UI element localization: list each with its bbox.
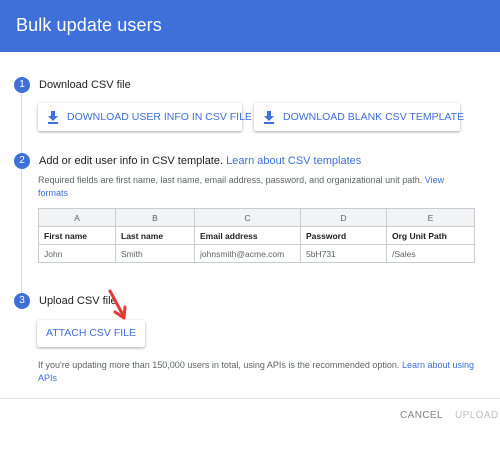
table-cell: 5bH731: [300, 244, 387, 263]
download-icon: [48, 110, 58, 124]
stepper-line: [21, 92, 22, 298]
download-user-info-label: DOWNLOAD USER INFO IN CSV FILE: [67, 111, 252, 123]
csv-templates-link[interactable]: Learn about CSV templates: [226, 155, 361, 167]
table-cell: E: [386, 208, 475, 227]
table-header-row: First name Last name Email address Passw…: [38, 226, 475, 245]
api-note-text: If you're updating more than 150,000 use…: [38, 360, 400, 370]
download-user-info-button[interactable]: DOWNLOAD USER INFO IN CSV FILE: [38, 103, 252, 131]
required-fields-helper: Required fields are first name, last nam…: [38, 174, 478, 200]
learn-about-apis-link-part1[interactable]: Learn about using: [402, 360, 474, 370]
table-cell: Smith: [115, 244, 195, 263]
table-cell: John: [38, 244, 116, 263]
table-header-cell: Last name: [115, 226, 195, 245]
table-header-cell: First name: [38, 226, 116, 245]
download-blank-template-button[interactable]: DOWNLOAD BLANK CSV TEMPLATE: [254, 103, 464, 131]
step-2-badge: 2: [14, 153, 30, 169]
csv-template-table: A B C D E First name Last name Email add…: [38, 208, 475, 263]
table-cell: /Sales: [386, 244, 475, 263]
download-icon: [264, 110, 274, 124]
table-header-cell: Org Unit Path: [386, 226, 475, 245]
step-1-title: Download CSV file: [39, 79, 131, 91]
learn-about-apis-link-part2[interactable]: APIs: [38, 373, 57, 383]
table-header-cell: Password: [300, 226, 387, 245]
api-recommendation-note: If you're updating more than 150,000 use…: [38, 359, 488, 385]
dialog-title: Bulk update users: [16, 15, 162, 35]
upload-button[interactable]: UPLOAD: [455, 410, 499, 421]
red-arrow-icon: [108, 289, 127, 320]
view-formats-link-part2[interactable]: formats: [38, 188, 68, 198]
step-2-heading: Add or edit user info in CSV template. L…: [39, 155, 361, 167]
required-fields-text: Required fields are first name, last nam…: [38, 175, 423, 185]
download-blank-template-label: DOWNLOAD BLANK CSV TEMPLATE: [283, 111, 465, 123]
table-cell: D: [300, 208, 387, 227]
footer-divider: [0, 398, 500, 399]
cancel-button[interactable]: CANCEL: [400, 410, 443, 421]
table-row: John Smith johnsmith@acme.com 5bH731 /Sa…: [38, 244, 475, 263]
table-header-cell: Email address: [194, 226, 301, 245]
step-3-badge: 3: [14, 293, 30, 309]
table-cell: A: [38, 208, 116, 227]
table-cell: C: [194, 208, 301, 227]
attach-csv-file-button[interactable]: ATTACH CSV FILE: [37, 320, 145, 347]
dialog-header: Bulk update users: [0, 0, 500, 52]
table-cell: johnsmith@acme.com: [194, 244, 301, 263]
table-cell: B: [115, 208, 195, 227]
step-1-badge: 1: [14, 77, 30, 93]
step-3-title: Upload CSV file: [39, 295, 117, 307]
view-formats-link-part1[interactable]: View: [425, 175, 444, 185]
step-2-title: Add or edit user info in CSV template.: [39, 155, 224, 167]
table-column-letters-row: A B C D E: [38, 208, 475, 227]
